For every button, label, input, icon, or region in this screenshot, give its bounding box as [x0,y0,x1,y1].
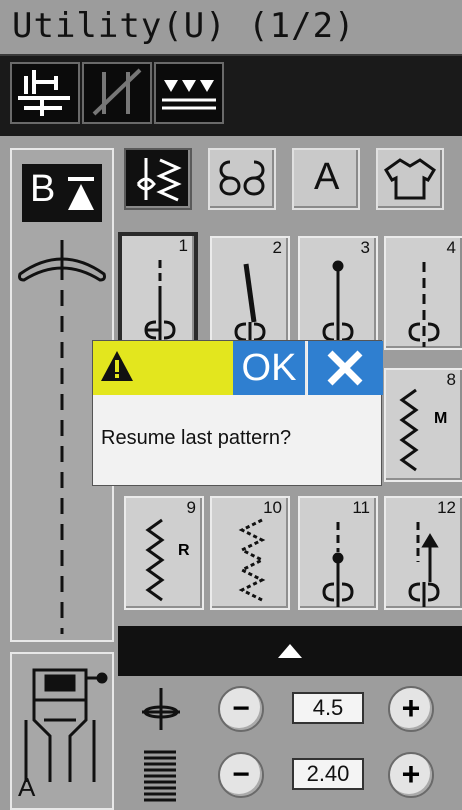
title-bar: Utility(U) (1/2) [0,0,462,56]
width-decrease-button[interactable]: − [218,686,264,732]
feed-dog-button[interactable] [10,62,80,124]
pattern-tile-1[interactable]: 1 [118,232,198,346]
stitch-width-setting-icon [142,688,180,730]
straight-stitch-center-icon [322,522,354,607]
presser-foot-label: A [18,772,36,802]
pattern-letter: R [178,542,190,559]
garment-icon [384,158,436,200]
pattern-number: 9 [186,498,196,517]
length-increase-button[interactable]: + [388,752,434,798]
pattern-tile-10[interactable]: 10 [210,496,290,610]
dialog-cancel-button[interactable] [308,341,383,395]
minus-icon: − [232,758,250,791]
twin-needle-icon [92,68,142,116]
category-letter-button[interactable]: A [292,148,360,210]
presser-foot-icon [24,668,108,782]
twin-needle-button[interactable] [82,62,152,124]
needle-stop-label: B [30,168,56,210]
reinforced-stitch-icon [234,263,266,347]
plus-icon: + [401,690,421,726]
category-utility-button[interactable] [124,148,192,210]
pattern-letter: M [434,410,448,427]
page-title: Utility(U) (1/2) [12,6,356,46]
stitch-settings-panel: − 4.5 + − 2.40 + [118,676,462,810]
length-decrease-button[interactable]: − [218,752,264,798]
pattern-number: 10 [263,498,282,517]
pattern-tile-4[interactable]: 4 [384,236,462,350]
warning-icon [101,351,133,381]
stitch-width-icon [162,80,216,110]
needle-up-icon [68,177,94,210]
pattern-tile-8[interactable]: 8 M [384,368,462,482]
pattern-tile-3[interactable]: 3 [298,236,378,350]
letter-icon: A [314,156,340,198]
reverse-stitch-icon [408,522,440,607]
decorative-stitch-icon [219,160,265,196]
basting-stitch-icon [408,262,440,347]
stitch-width-button[interactable] [154,62,224,124]
zigzag-stitch-icon [399,388,419,472]
category-decorative-button[interactable] [208,148,276,210]
utility-stitch-icon [136,158,182,202]
plus-icon: + [401,756,421,792]
dialog-message: Resume last pattern? [101,427,292,449]
straight-stitch-icon [144,260,176,345]
chevron-up-icon [278,644,302,658]
length-value: 2.40 [292,758,364,790]
needle-stop-button[interactable]: B [22,164,102,222]
multi-zigzag-stitch-icon [238,518,266,602]
minus-icon: − [232,692,250,725]
pattern-tile-2[interactable]: 2 [210,236,290,350]
presser-foot-panel: A [10,652,114,810]
width-value: 4.5 [292,692,364,724]
category-garment-button[interactable] [376,148,444,210]
dialog-ok-button[interactable]: OK [233,341,307,395]
pattern-number: 8 [446,370,456,389]
zigzag-stitch-icon [145,518,165,602]
close-icon [327,350,363,386]
center-stitch-icon [322,260,354,347]
feed-dog-icon [18,70,70,116]
width-increase-button[interactable]: + [388,686,434,732]
stitch-length-setting-icon [144,750,176,802]
resume-dialog: OK Resume last pattern? [92,340,383,486]
pattern-tile-11[interactable]: 11 [298,496,378,610]
dialog-warning-header [93,341,233,395]
expand-settings-bar[interactable] [118,626,462,676]
pattern-tile-9[interactable]: 9 R [124,496,204,610]
pattern-tile-12[interactable]: 12 [384,496,462,610]
